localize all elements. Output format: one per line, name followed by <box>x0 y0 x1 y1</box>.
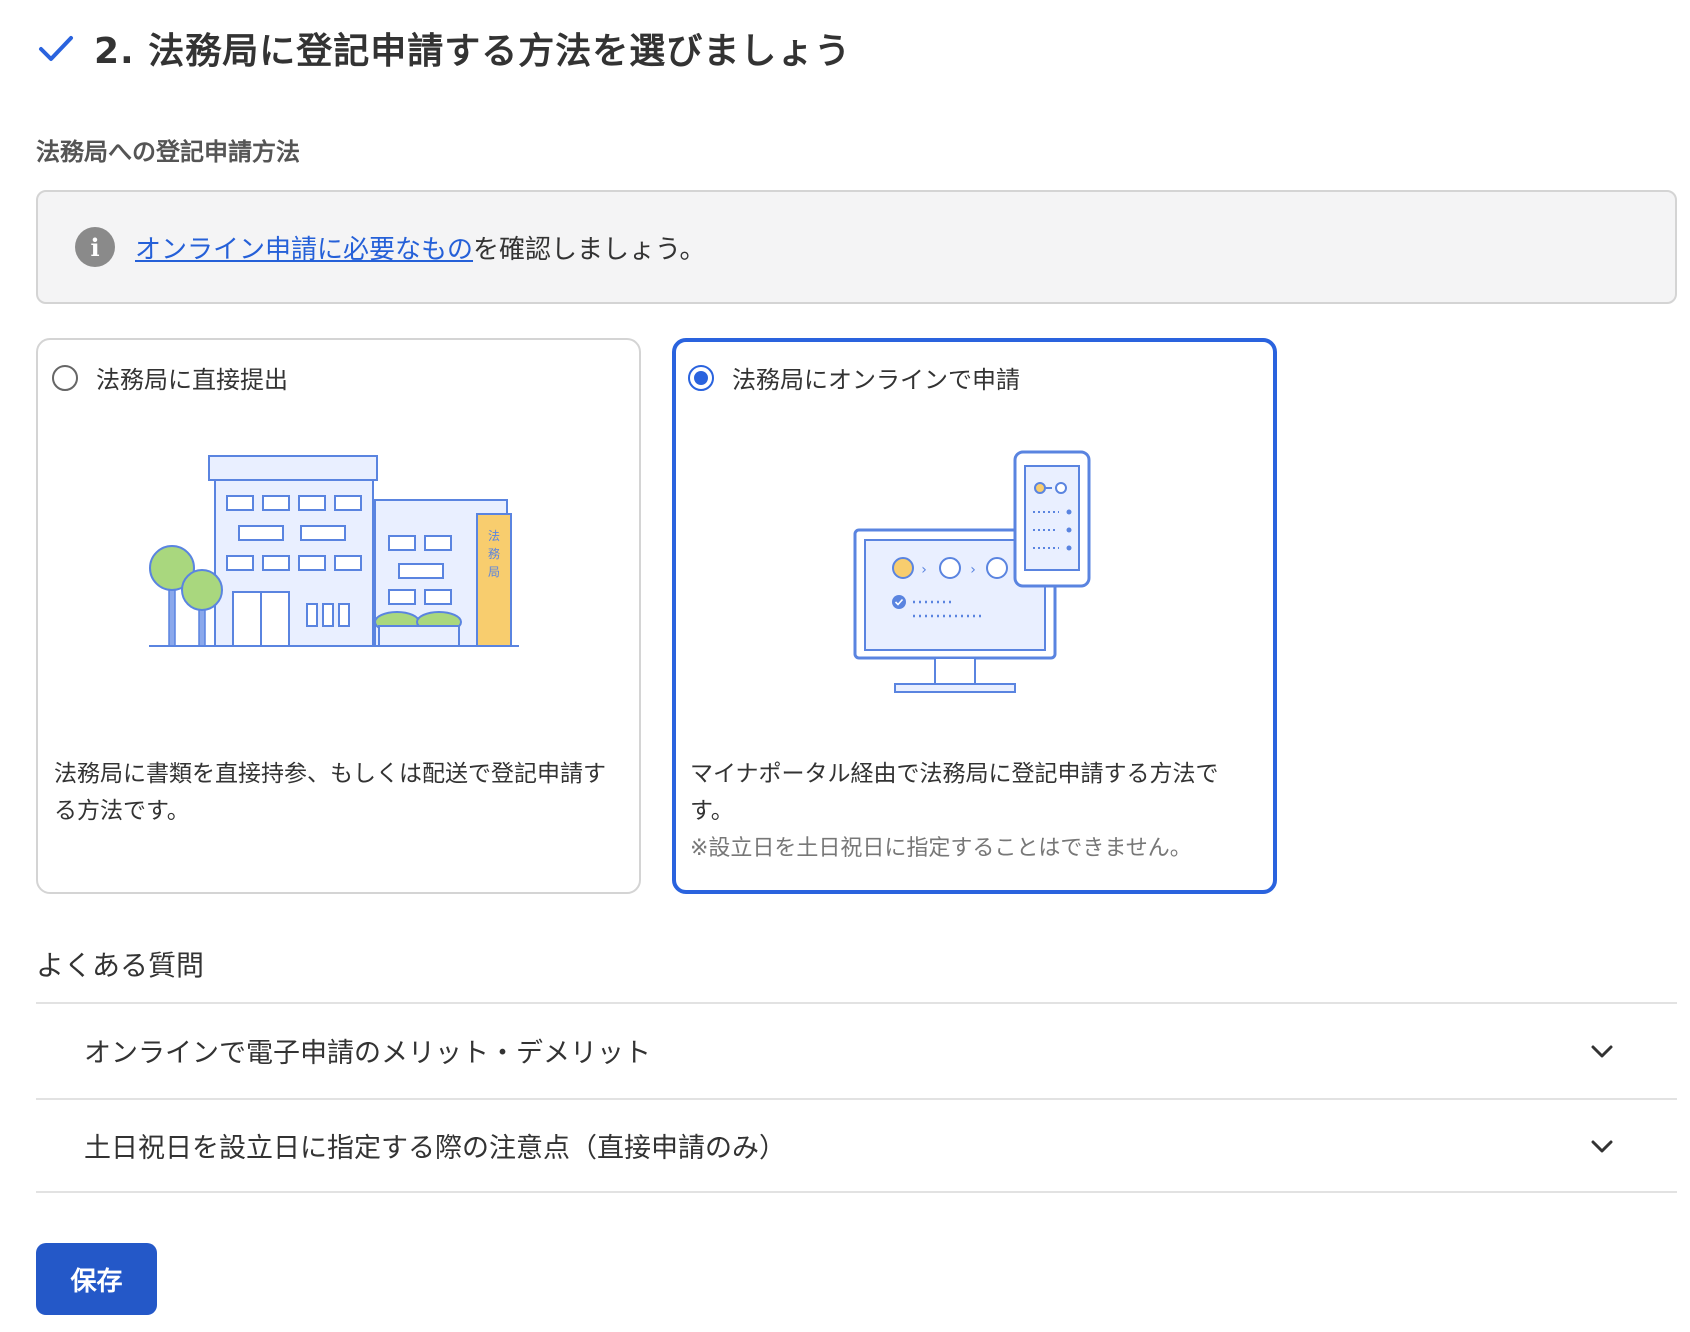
option-header: 法務局にオンラインで申請 <box>688 360 1020 395</box>
info-icon: i <box>75 227 115 267</box>
svg-text:局: 局 <box>487 565 499 579</box>
option-note: ※設立日を土日祝日に指定することはできません。 <box>690 836 1192 861</box>
radio-online[interactable] <box>688 364 714 391</box>
radio-direct[interactable] <box>52 364 78 391</box>
chevron-down-icon[interactable] <box>1587 1036 1617 1066</box>
requirements-link[interactable]: オンライン申請に必要なもの <box>135 235 473 265</box>
option-card-direct[interactable]: 法務局に直接提出 法 務 局 法務局に書類を直接持参、もしくは配送で登記申請する… <box>36 338 641 894</box>
info-message-suffix: を確認しましょう。 <box>473 234 706 265</box>
step-header: 2. 法務局に登記申請する方法を選びましょう <box>36 22 851 74</box>
option-header: 法務局に直接提出 <box>52 360 288 395</box>
faq-item-holidays[interactable]: 土日祝日を設立日に指定する際の注意点（直接申請のみ） <box>36 1098 1677 1193</box>
building-illustration: 法 務 局 <box>148 455 519 647</box>
faq-heading: よくある質問 <box>36 949 205 982</box>
check-icon <box>39 36 73 61</box>
option-description-text: 法務局に書類を直接持参、もしくは配送で登記申請する方法です。 <box>54 761 606 824</box>
svg-text:法: 法 <box>487 529 499 543</box>
option-title: 法務局に直接提出 <box>96 366 288 394</box>
info-message: オンライン申請に必要なものを確認しましょう。 <box>135 229 705 266</box>
computer-smartphone-illustration: › › <box>853 450 1090 693</box>
svg-text:›: › <box>921 562 927 578</box>
option-description: 法務局に書類を直接持参、もしくは配送で登記申請する方法です。 <box>54 756 623 830</box>
save-button[interactable]: 保存 <box>36 1243 157 1315</box>
faq-question: 土日祝日を設立日に指定する際の注意点（直接申請のみ） <box>84 1133 786 1164</box>
section-label: 法務局への登記申請方法 <box>36 138 300 166</box>
chevron-down-icon[interactable] <box>1587 1131 1617 1161</box>
option-card-online[interactable]: 法務局にオンラインで申請 › › マイナポータル経由で法務局に登記申請する方法で… <box>672 338 1277 894</box>
faq-question: オンラインで電子申請のメリット・デメリット <box>84 1038 651 1069</box>
option-title: 法務局にオンラインで申請 <box>732 366 1020 394</box>
page-title: 2. 法務局に登記申請する方法を選びましょう <box>94 31 852 72</box>
option-description: マイナポータル経由で法務局に登記申請する方法です。 ※設立日を土日祝日に指定する… <box>690 756 1257 867</box>
option-description-text: マイナポータル経由で法務局に登記申請する方法です。 <box>690 761 1219 824</box>
faq-item-merits[interactable]: オンラインで電子申請のメリット・デメリット <box>36 1002 1677 1097</box>
info-box: i オンライン申請に必要なものを確認しましょう。 <box>36 190 1677 304</box>
svg-text:務: 務 <box>487 547 499 561</box>
svg-text:›: › <box>970 562 976 578</box>
